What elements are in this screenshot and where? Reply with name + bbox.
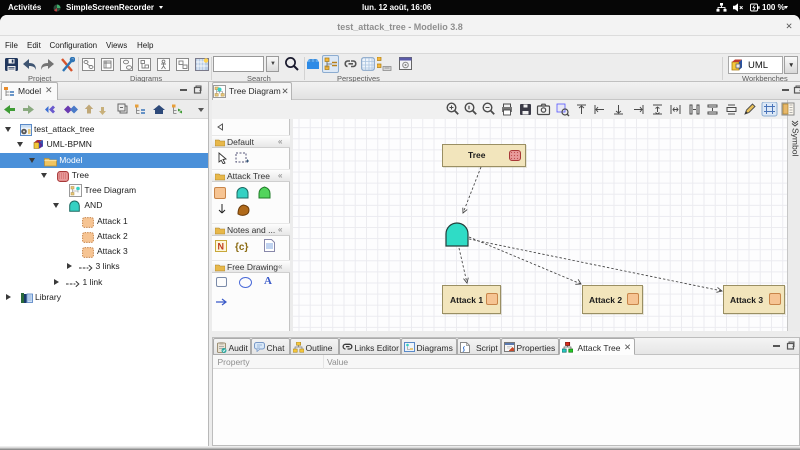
svg-text:N: N bbox=[218, 242, 225, 252]
svg-text:{c}: {c} bbox=[235, 242, 248, 252]
